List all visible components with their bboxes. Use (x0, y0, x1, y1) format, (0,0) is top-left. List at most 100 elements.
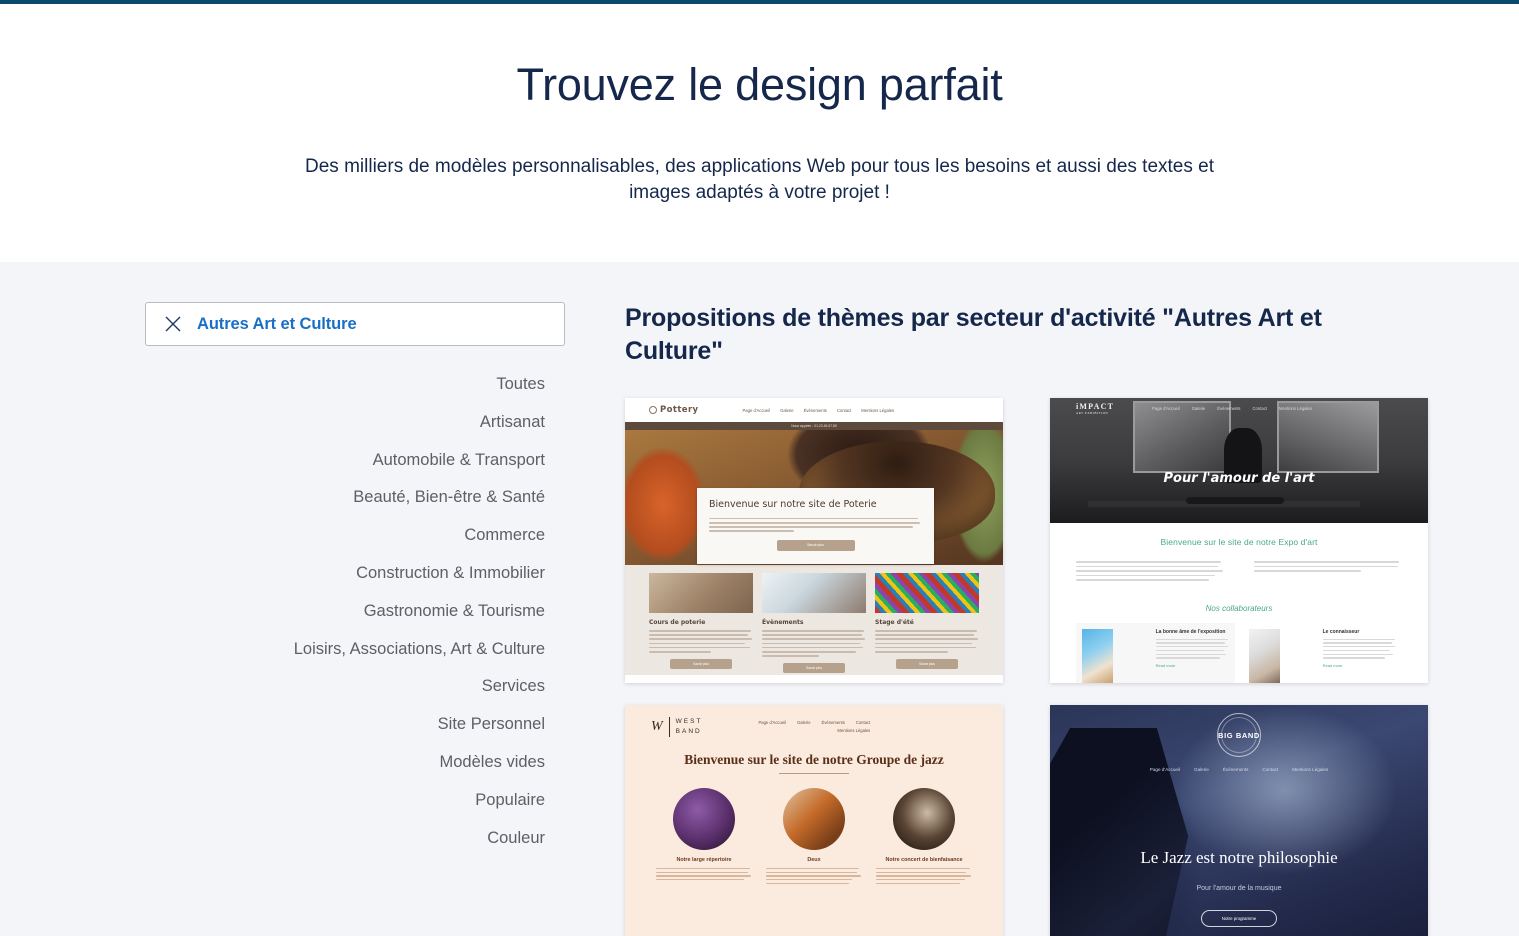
pottery-hero-image: Bienvenue sur notre site de Poterie Savo… (625, 430, 1003, 565)
impact-menu: Page d'Accueil Galerie Évènements Contac… (1152, 406, 1312, 411)
westband-nav-accueil: Page d'Accueil (758, 720, 787, 726)
sidebar-item-construction-immobilier[interactable]: Construction & Immobilier (145, 555, 565, 593)
impact-brand: iMPACT (1076, 402, 1115, 411)
pottery-sections: Cours de poterie Savoir plus Évènements (625, 565, 1003, 675)
template-card-impact[interactable]: iMPACT ART EXHIBITION Page d'Accueil Gal… (1050, 398, 1428, 683)
sidebar-item-site-personnel[interactable]: Site Personnel (145, 706, 565, 744)
impact-nav-contact: Contact (1252, 406, 1267, 411)
pottery-section-cours: Cours de poterie Savoir plus (649, 573, 753, 675)
template-card-west-band[interactable]: W WEST BAND Page d'Accueil Galerie Évène… (625, 705, 1003, 936)
pottery-section-heading-cours: Cours de poterie (649, 619, 706, 626)
bigband-nav-mentions: Mentions Légales (1292, 767, 1329, 772)
pottery-section-button-stage[interactable]: Savoir plus (896, 658, 958, 669)
pottery-hero-heading: Bienvenue sur notre site de Poterie (709, 499, 877, 510)
sidebar-item-couleur[interactable]: Couleur (145, 820, 565, 858)
bigband-nav-galerie: Galerie (1194, 767, 1209, 772)
impact-navbar: iMPACT ART EXHIBITION Page d'Accueil Gal… (1050, 402, 1428, 415)
sidebar-item-populaire[interactable]: Populaire (145, 782, 565, 820)
westband-image-concert (893, 787, 955, 850)
bigband-brand: BIG BAND (1218, 730, 1260, 740)
close-x-icon[interactable] (163, 314, 183, 334)
template-card-pottery[interactable]: Pottery Page d'Accueil Galerie Évènement… (625, 398, 1003, 683)
impact-collaborator-card-2: Claude Albert Guide du groupe Le connais… (1243, 622, 1402, 683)
pottery-contact-strip: Nous appeler : 01.23.45.67.89 (625, 422, 1003, 430)
bigband-cta-button[interactable]: Notre programme (1201, 910, 1277, 928)
pottery-section-button-label-evenements: Savoir plus (806, 665, 822, 670)
pottery-section-image-stage (875, 573, 979, 613)
pottery-section-heading-stage: Stage d'été (875, 619, 914, 626)
impact-logo: iMPACT ART EXHIBITION (1076, 402, 1114, 415)
impact-hero-image: iMPACT ART EXHIBITION Page d'Accueil Gal… (1050, 398, 1428, 523)
active-filter-chip[interactable]: Autres Art et Culture (145, 302, 565, 346)
westband-monogram-icon: W (651, 718, 663, 734)
sidebar-item-toutes[interactable]: Toutes (145, 366, 565, 404)
sidebar-item-services[interactable]: Services (145, 668, 565, 706)
hero-subtitle: Des milliers de modèles personnalisables… (305, 155, 1214, 204)
impact-collaborators: Carine Huguette Administratrice La bonne… (1076, 622, 1402, 683)
pottery-section-button-evenements[interactable]: Savoir plus (783, 662, 845, 673)
impact-nav-accueil: Page d'Accueil (1152, 406, 1180, 411)
pottery-brand: Pottery (660, 405, 699, 415)
sidebar-item-loisirs-associations-art-culture[interactable]: Loisirs, Associations, Art & Culture (145, 631, 565, 669)
bigband-nav-contact: Contact (1262, 767, 1279, 772)
westband-brand: WEST BAND (668, 717, 703, 737)
pottery-section-stage: Stage d'été Savoir plus (875, 573, 979, 675)
impact-figure-lying (1186, 496, 1285, 505)
impact-hero-heading: Pour l'amour de l'art (1163, 470, 1315, 486)
sidebar-item-automobile-transport[interactable]: Automobile & Transport (145, 442, 565, 480)
pottery-section-button-cours[interactable]: Savoir plus (670, 658, 732, 669)
impact-nav-galerie: Galerie (1191, 406, 1206, 411)
pottery-nav-evenements: Évènements (803, 407, 827, 413)
impact-body-heading: Bienvenue sur le site de notre Expo d'ar… (1160, 537, 1318, 547)
westband-nav-mentions: Mentions Légales (837, 728, 871, 734)
pottery-nav-accueil: Page d'Accueil (742, 407, 771, 413)
westband-column-concert: Notre concert de bienfaisance (876, 787, 972, 887)
bigband-seal-icon: BIG BAND (1217, 713, 1261, 757)
bigband-nav-accueil: Page d'Accueil (1149, 767, 1181, 772)
pottery-hero-button[interactable]: Savoir plus (776, 539, 855, 551)
bigband-cta-label: Notre programme (1221, 916, 1257, 922)
pottery-section-image-cours (649, 573, 753, 613)
westband-nav-contact: Contact (855, 720, 871, 726)
sidebar-item-gastronomie-tourisme[interactable]: Gastronomie & Tourisme (145, 593, 565, 631)
westband-brand-bottom: BAND (675, 727, 702, 735)
impact-brand-sub: ART EXHIBITION (1076, 411, 1109, 415)
bigband-heading: Le Jazz est notre philosophie (1140, 847, 1338, 867)
sidebar-item-commerce[interactable]: Commerce (145, 517, 565, 555)
impact-intro-col-right (1254, 561, 1402, 584)
hero-section: Trouvez le design parfait Des milliers d… (0, 4, 1519, 262)
impact-collaborator-card-1: Carine Huguette Administratrice La bonne… (1076, 622, 1235, 683)
impact-intro-col-left (1076, 561, 1224, 584)
pottery-section-heading-evenements: Évènements (762, 619, 804, 626)
westband-column-title-concert: Notre concert de bienfaisance (885, 856, 963, 863)
westband-navbar: W WEST BAND Page d'Accueil Galerie Évène… (651, 717, 977, 737)
bigband-subheading: Pour l'amour de la musique (1196, 884, 1282, 892)
pottery-nav-contact: Contact (836, 407, 852, 413)
page-title: Trouvez le design parfait (516, 59, 1003, 110)
impact-nav-mentions: Mentions Légales (1278, 406, 1312, 411)
category-list: Toutes Artisanat Automobile & Transport … (145, 366, 565, 857)
active-filter-label: Autres Art et Culture (197, 314, 357, 333)
westband-columns: Notre large répertoire Deux Notre concer… (651, 787, 977, 887)
bigband-nav-evenements: Évènements (1222, 767, 1249, 772)
pottery-menu: Page d'Accueil Galerie Évènements Contac… (743, 408, 895, 413)
impact-nav-evenements: Évènements (1217, 406, 1241, 411)
pottery-section-button-label-stage: Savoir plus (919, 661, 935, 666)
bigband-menu: Page d'Accueil Galerie Évènements Contac… (1050, 767, 1428, 772)
westband-heading: Bienvenue sur le site de notre Groupe de… (684, 751, 944, 767)
pottery-logo-ring-icon (649, 406, 657, 414)
pottery-navbar: Pottery Page d'Accueil Galerie Évènement… (625, 398, 1003, 422)
sidebar-item-artisanat[interactable]: Artisanat (145, 404, 565, 442)
category-sidebar: Autres Art et Culture Toutes Artisanat A… (145, 302, 565, 936)
sidebar-item-beaute-bienetre-sante[interactable]: Beauté, Bien-être & Santé (145, 479, 565, 517)
template-card-big-band[interactable]: BIG BAND Page d'Accueil Galerie Évènemen… (1050, 705, 1428, 936)
pottery-hero-box: Bienvenue sur notre site de Poterie Savo… (697, 488, 934, 564)
westband-column-deux: Deux (766, 787, 862, 887)
westband-divider (779, 772, 849, 774)
impact-collaborator-link-1[interactable]: Read more (1156, 663, 1229, 668)
westband-nav-galerie: Galerie (797, 720, 811, 726)
pottery-nav-galerie: Galerie (780, 407, 794, 413)
impact-collaborator-photo-1 (1082, 628, 1114, 683)
impact-collaborator-link-2[interactable]: Read more (1323, 663, 1396, 668)
sidebar-item-modeles-vides[interactable]: Modèles vides (145, 744, 565, 782)
